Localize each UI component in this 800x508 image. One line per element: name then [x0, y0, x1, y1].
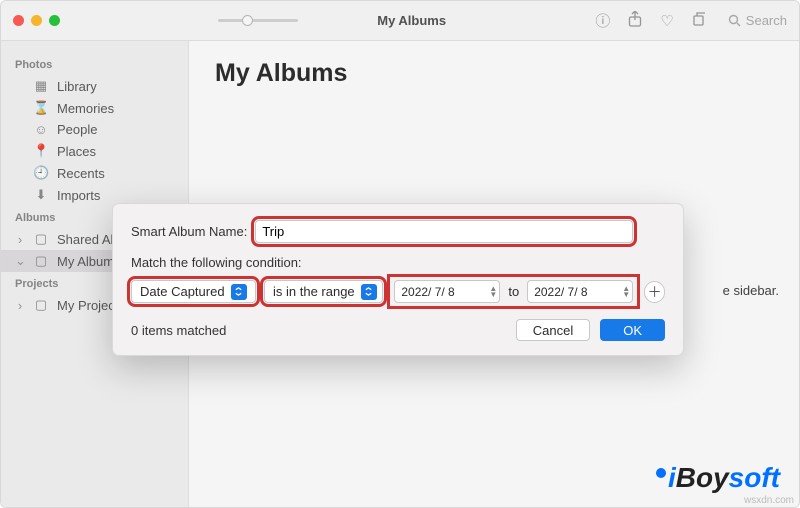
match-condition-label: Match the following condition: — [131, 255, 302, 270]
items-matched-text: 0 items matched — [131, 323, 226, 338]
smart-album-name-input[interactable] — [255, 220, 633, 243]
criteria-operator-select[interactable]: is in the range — [264, 280, 383, 303]
stepper-icon[interactable]: ▲▼ — [622, 286, 630, 298]
date-to-input[interactable]: 2022/ 7/ 8 ▲▼ — [527, 280, 633, 303]
add-condition-button[interactable]: ＋ — [644, 281, 665, 303]
app-window: My Albums ⓘ ♡ Search Photos ›▦Library ›⌛… — [0, 0, 800, 508]
select-caret-icon — [361, 284, 377, 300]
criteria-field-select[interactable]: Date Captured — [131, 280, 256, 303]
to-label: to — [508, 284, 519, 299]
select-value: is in the range — [273, 284, 355, 299]
watermark-domain: wsxdn.com — [744, 495, 794, 506]
watermark-logo: iBoysoft — [656, 462, 780, 494]
name-label: Smart Album Name: — [131, 224, 247, 239]
date-text: 2022/ 7/ 8 — [401, 285, 454, 299]
stepper-icon[interactable]: ▲▼ — [489, 286, 497, 298]
smart-album-sheet: Smart Album Name: Match the following co… — [112, 203, 684, 356]
select-caret-icon — [231, 284, 247, 300]
date-from-input[interactable]: 2022/ 7/ 8 ▲▼ — [394, 280, 500, 303]
date-text: 2022/ 7/ 8 — [534, 285, 587, 299]
ok-button[interactable]: OK — [600, 319, 665, 341]
cancel-button[interactable]: Cancel — [516, 319, 590, 341]
select-value: Date Captured — [140, 284, 225, 299]
